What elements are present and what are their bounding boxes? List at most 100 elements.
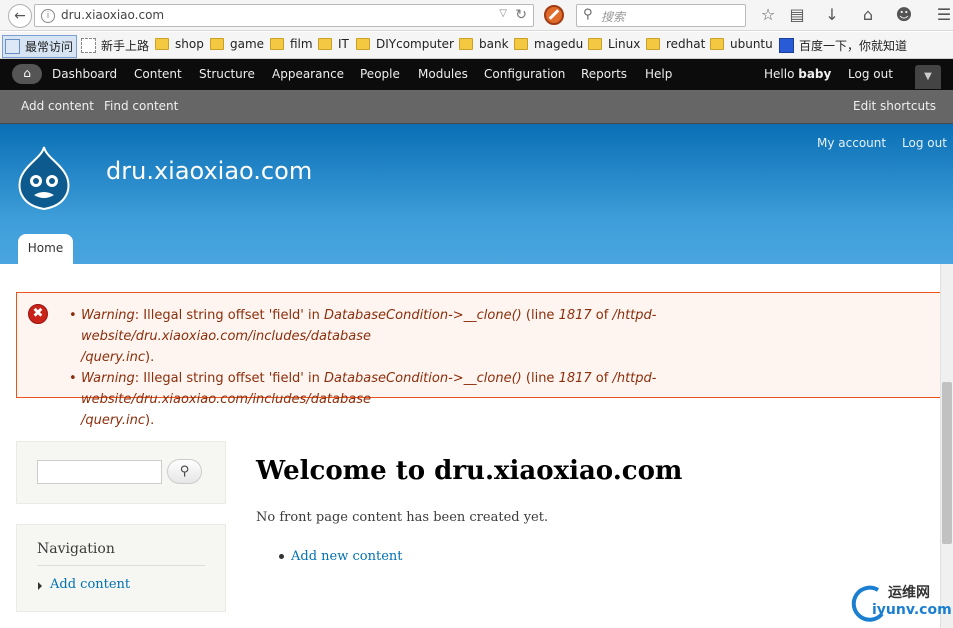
message-line: 1817 <box>558 308 592 323</box>
toolbar-item-structure[interactable]: Structure <box>199 67 255 81</box>
folder-icon <box>318 38 332 50</box>
back-button[interactable]: ← <box>8 4 32 28</box>
bookmark-folder-linux[interactable]: Linux <box>588 37 640 51</box>
edit-shortcuts-link[interactable]: Edit shortcuts <box>853 99 936 113</box>
watermark: 运维网 iyunv.com <box>848 580 953 626</box>
bookmark-baidu[interactable]: 百度一下，你就知道 <box>779 37 907 54</box>
message-line: 1817 <box>558 371 592 386</box>
toolbar-item-help[interactable]: Help <box>645 67 672 81</box>
message-function: DatabaseCondition->__clone() <box>324 371 522 386</box>
message-text: (line <box>521 308 559 323</box>
drupal-logo-icon[interactable] <box>14 145 74 211</box>
toolbar-home-button[interactable]: ⌂ <box>12 64 42 84</box>
error-icon: ✖ <box>28 304 48 324</box>
home-icon[interactable]: ⌂ <box>857 4 879 26</box>
search-placeholder: 搜索 <box>601 10 626 24</box>
bookmark-most-visited[interactable]: 最常访问 <box>2 35 78 58</box>
my-account-link[interactable]: My account <box>817 136 886 150</box>
list-item: Warning: Illegal string offset 'field' i… <box>69 368 929 431</box>
bookmark-folder-it[interactable]: IT <box>318 37 349 51</box>
message-text: ). <box>145 413 155 428</box>
download-icon[interactable]: ↓ <box>821 4 843 26</box>
toolbar-item-appearance[interactable]: Appearance <box>272 67 344 81</box>
site-name[interactable]: dru.xiaoxiao.com <box>106 157 312 185</box>
adblock-icon[interactable] <box>544 5 564 25</box>
message-function: DatabaseCondition->__clone() <box>324 308 522 323</box>
bookmark-folder-magedu[interactable]: magedu <box>514 37 583 51</box>
shortcuts-toggle-button[interactable]: ▼ <box>915 65 941 89</box>
toolbar-logout-link[interactable]: Log out <box>848 67 893 81</box>
message-type: Warning <box>81 308 135 323</box>
bullet-icon <box>279 554 284 559</box>
toolbar-user-greeting: Hello baby <box>764 67 831 81</box>
bookmark-getting-started[interactable]: 新手上路 <box>81 37 149 54</box>
no-content-message: No front page content has been created y… <box>256 510 549 525</box>
nav-add-content-link[interactable]: Add content <box>50 577 130 592</box>
bookmark-label: Linux <box>608 37 641 51</box>
folder-icon <box>270 38 284 50</box>
error-messages: ✖ Warning: Illegal string offset 'field'… <box>16 292 946 428</box>
back-arrow-icon: ← <box>14 8 26 24</box>
add-new-content-link[interactable]: Add new content <box>291 549 402 564</box>
bookmark-folder-bank[interactable]: bank <box>459 37 509 51</box>
star-bookmark-icon[interactable]: ☆ <box>757 4 779 26</box>
navigation-block: Navigation Add content <box>16 524 226 612</box>
folder-icon <box>210 38 224 50</box>
reading-list-icon[interactable]: ▤ <box>786 4 808 26</box>
folder-icon <box>588 38 602 50</box>
globe-icon: i <box>41 9 55 23</box>
admin-toolbar: ⌂ Dashboard Content Structure Appearance… <box>0 59 953 90</box>
chat-icon[interactable]: ☻ <box>893 4 915 26</box>
message-text: : Illegal string offset 'field' in <box>134 371 325 386</box>
url-dropdown-icon[interactable]: ▽ <box>499 8 507 19</box>
bookmark-label: 最常访问 <box>25 40 74 54</box>
message-text: of <box>591 308 613 323</box>
toolbar-item-dashboard[interactable]: Dashboard <box>52 67 117 81</box>
menu-icon[interactable]: ☰ <box>933 4 953 26</box>
bookmark-label: shop <box>175 37 204 51</box>
scrollbar-thumb[interactable] <box>942 382 952 544</box>
chevron-down-icon: ▼ <box>924 71 932 82</box>
search-input[interactable] <box>37 460 162 484</box>
bookmark-label: redhat <box>666 37 706 51</box>
bookmark-folder-game[interactable]: game <box>210 37 264 51</box>
browser-search-bar[interactable]: ⚲ 搜索 <box>576 4 746 27</box>
bookmark-folder-shop[interactable]: shop <box>155 37 204 51</box>
bookmark-folder-ubuntu[interactable]: ubuntu <box>710 37 773 51</box>
home-icon: ⌂ <box>23 66 31 80</box>
shortcut-add-content[interactable]: Add content <box>21 99 94 113</box>
message-text: : Illegal string offset 'field' in <box>134 308 325 323</box>
tab-home[interactable]: Home <box>18 234 73 264</box>
folder-icon <box>459 38 473 50</box>
list-item: Warning: Illegal string offset 'field' i… <box>69 305 929 368</box>
bookmark-label: 新手上路 <box>101 39 150 53</box>
toolbar-item-reports[interactable]: Reports <box>581 67 627 81</box>
toolbar-item-configuration[interactable]: Configuration <box>484 67 565 81</box>
toolbar-item-modules[interactable]: Modules <box>418 67 468 81</box>
search-button[interactable]: ⚲ <box>167 459 202 484</box>
reload-icon[interactable]: ↻ <box>515 7 527 23</box>
message-file: /query.inc <box>81 413 146 428</box>
bookmark-folder-redhat[interactable]: redhat <box>646 37 705 51</box>
bookmark-label: film <box>290 37 313 51</box>
bullet-arrow-icon <box>38 582 42 590</box>
watermark-text: 运维网 <box>888 585 930 601</box>
bookmark-folder-film[interactable]: film <box>270 37 313 51</box>
message-file: /query.inc <box>81 350 146 365</box>
toolbar-item-people[interactable]: People <box>360 67 400 81</box>
url-bar[interactable]: i dru.xiaoxiao.com ▽ ↻ <box>34 4 534 27</box>
bookmark-folder-diycomputer[interactable]: DIYcomputer <box>356 37 454 51</box>
shortcut-find-content[interactable]: Find content <box>104 99 178 113</box>
bookmark-label: ubuntu <box>730 37 773 51</box>
baidu-paw-icon <box>779 38 794 53</box>
folder-icon <box>356 38 370 50</box>
username[interactable]: baby <box>798 67 831 81</box>
header-logout-link[interactable]: Log out <box>902 136 947 150</box>
bookmark-label: IT <box>338 37 349 51</box>
toolbar-item-content[interactable]: Content <box>134 67 182 81</box>
url-text[interactable]: dru.xiaoxiao.com <box>61 8 164 22</box>
search-icon: ⚲ <box>583 7 593 22</box>
getting-started-icon <box>81 38 96 53</box>
navigation-title: Navigation <box>37 541 115 557</box>
browser-navigation-bar: ← i dru.xiaoxiao.com ▽ ↻ ⚲ 搜索 ☆ ▤ ↓ ⌂ ☻ … <box>0 0 953 31</box>
